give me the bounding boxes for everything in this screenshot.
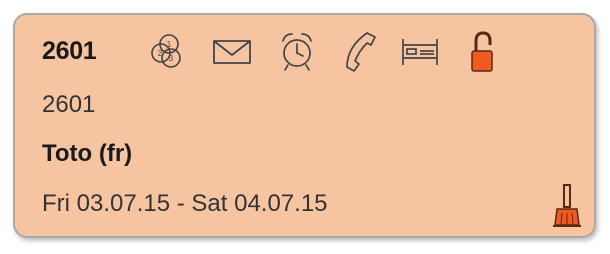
stay-dates: Fri 03.07.15 - Sat 04.07.15: [42, 190, 328, 217]
alarm-clock-icon[interactable]: [275, 25, 319, 75]
bed-icon[interactable]: [398, 25, 442, 75]
mail-icon[interactable]: [210, 25, 254, 75]
phone-icon[interactable]: [337, 25, 381, 75]
room-code: 2601: [42, 91, 96, 118]
room-number: 2601: [42, 37, 97, 65]
guest-name: Toto (fr): [42, 140, 133, 167]
padlock-icon[interactable]: [460, 25, 504, 75]
cleaning-brush-icon[interactable]: [551, 183, 583, 229]
svg-text:2: 2: [158, 49, 163, 58]
svg-text:3: 3: [169, 54, 174, 63]
coins-icon[interactable]: 1 2 3: [145, 25, 189, 75]
room-card[interactable]: 2601 1 2 3 2601 Toto (fr) Fri 03.07.15 -…: [13, 13, 596, 238]
svg-text:1: 1: [167, 40, 172, 49]
